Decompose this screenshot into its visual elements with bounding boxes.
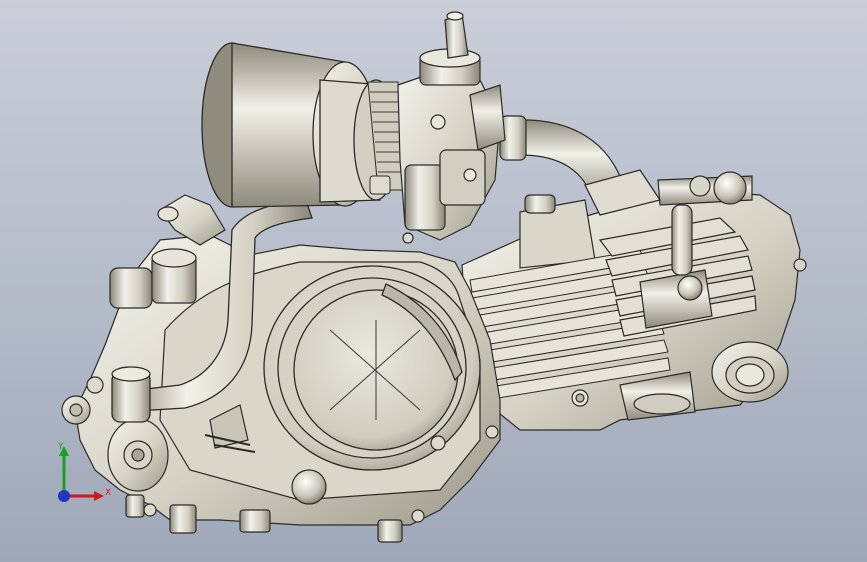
triad-x-arrow <box>94 491 104 501</box>
air-filter[interactable] <box>201 42 399 208</box>
cylinder-head[interactable] <box>461 171 807 431</box>
engine-3d-model[interactable] <box>0 0 867 562</box>
fuel-fitting[interactable] <box>524 194 556 214</box>
intake-pipe[interactable] <box>499 115 661 216</box>
triad-y-label: Y <box>58 442 64 452</box>
graphics-viewport[interactable]: Y X <box>0 0 867 562</box>
triad-axes <box>58 446 104 502</box>
carburetor[interactable] <box>397 11 506 244</box>
triad-x-label: X <box>105 488 112 498</box>
orientation-triad: Y X <box>44 438 124 518</box>
triad-z-axis <box>58 490 70 502</box>
clutch-cover[interactable] <box>263 265 481 471</box>
